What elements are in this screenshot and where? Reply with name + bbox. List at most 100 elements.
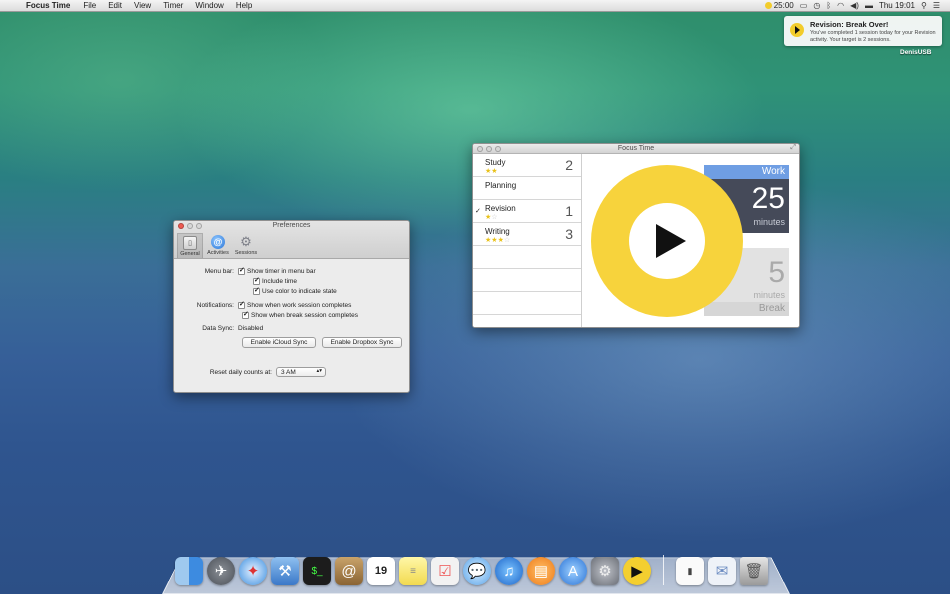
preferences-content: Menu bar: Show timer in menu bar Include…	[174, 259, 409, 392]
reset-row: Reset daily counts at: 3 AM ▴▾	[174, 367, 326, 377]
menu-timer-status[interactable]: 25:00	[764, 1, 794, 10]
menu-clock[interactable]: Thu 19:01	[879, 1, 915, 10]
toolbar-activities[interactable]: @ Activities	[205, 233, 231, 258]
focus-time-titlebar[interactable]: Focus Time ⤢	[473, 144, 799, 154]
notification-title: Revision: Break Over!	[810, 20, 889, 29]
battery-icon[interactable]: ▬	[865, 1, 873, 10]
spotlight-search-icon[interactable]: ⚲	[921, 1, 927, 10]
general-switch-icon: ▯	[183, 236, 197, 250]
menu-bar-row: Menu bar: Show timer in menu bar	[174, 266, 316, 275]
use-color-checkbox[interactable]	[253, 286, 260, 295]
break-complete-row: Show when break session completes	[242, 310, 358, 319]
toolbar-general[interactable]: ▯ General	[177, 233, 203, 258]
notes-icon[interactable]: ≡	[399, 557, 427, 585]
include-time-label[interactable]: Include time	[262, 278, 297, 285]
safari-icon[interactable]: ✦	[239, 557, 267, 585]
work-complete-label[interactable]: Show when work session completes	[247, 302, 351, 309]
use-color-row: Use color to indicate state	[253, 286, 337, 295]
menu-edit[interactable]: Edit	[102, 1, 128, 10]
menu-bar-label: Menu bar:	[204, 268, 234, 275]
messages-icon[interactable]: 💬	[463, 557, 491, 585]
preferences-title: Preferences	[272, 222, 311, 229]
activity-item-planning[interactable]: Planning	[473, 177, 581, 200]
zip-archive-icon[interactable]: ▮	[676, 557, 704, 585]
activity-item-empty[interactable]	[473, 246, 581, 269]
star-icon: ★	[491, 168, 498, 175]
menu-window[interactable]: Window	[189, 1, 229, 10]
airplay-icon[interactable]: ▭	[800, 1, 808, 10]
menu-app-name[interactable]: Focus Time	[20, 1, 77, 10]
calendar-icon[interactable]: 19	[367, 557, 395, 585]
preferences-titlebar[interactable]: Preferences	[174, 221, 409, 231]
activity-item-revision[interactable]: ✓ Revision ★☆ 1	[473, 200, 581, 223]
notifications-label: Notifications:	[196, 302, 234, 309]
focus-time-dock-icon[interactable]: ▶	[623, 557, 651, 585]
show-timer-checkbox[interactable]	[238, 266, 245, 275]
break-minutes: 5	[768, 256, 785, 289]
break-complete-label[interactable]: Show when break session completes	[251, 312, 358, 319]
toolbar-sessions-label: Sessions	[234, 250, 258, 256]
work-complete-checkbox[interactable]	[238, 300, 245, 309]
activity-count: 2	[565, 157, 573, 173]
reset-time-select[interactable]: 3 AM ▴▾	[276, 367, 326, 377]
toolbar-sessions[interactable]: ⚙ Sessions	[233, 233, 259, 258]
star-outline-icon: ☆	[491, 214, 498, 221]
activity-name: Revision	[485, 204, 516, 213]
break-minutes-unit: minutes	[753, 290, 785, 300]
break-complete-checkbox[interactable]	[242, 310, 249, 319]
activity-item-empty[interactable]	[473, 292, 581, 315]
fullscreen-icon[interactable]: ⤢	[790, 144, 796, 152]
toolbar-general-label: General	[180, 251, 200, 257]
reminders-icon[interactable]: ☑	[431, 557, 459, 585]
activity-count: 1	[565, 203, 573, 219]
star-rating: ★★	[485, 167, 498, 175]
notification-banner[interactable]: Revision: Break Over! You've completed 1…	[784, 16, 942, 46]
bluetooth-icon[interactable]: ᛒ	[826, 1, 831, 10]
activity-item-empty[interactable]	[473, 269, 581, 292]
menu-bar: Focus Time File Edit View Timer Window H…	[0, 0, 950, 12]
contacts-icon[interactable]: @	[335, 557, 363, 585]
menu-help[interactable]: Help	[230, 1, 258, 10]
enable-icloud-sync-button[interactable]: Enable iCloud Sync	[242, 337, 316, 348]
system-preferences-icon[interactable]: ⚙	[591, 557, 619, 585]
downloads-stack-icon[interactable]: ✉	[708, 557, 736, 585]
use-color-label[interactable]: Use color to indicate state	[262, 288, 337, 295]
menu-file[interactable]: File	[77, 1, 102, 10]
timer-dial	[591, 165, 743, 317]
notification-body: You've completed 1 session today for you…	[810, 30, 936, 43]
desktop-disk-label[interactable]: DenisUSB	[900, 49, 931, 56]
work-minutes: 25	[751, 182, 785, 215]
break-label: Break	[704, 302, 789, 316]
show-timer-label[interactable]: Show timer in menu bar	[247, 268, 316, 275]
xcode-icon[interactable]: ⚒	[271, 557, 299, 585]
itunes-icon[interactable]: ♫	[495, 557, 523, 585]
launchpad-icon[interactable]: ✈	[207, 557, 235, 585]
dock-icons: ✈ ✦ ⚒ $_ @ 19 ≡ ☑ 💬 ♫ ▤ A ⚙ ▶ ▮ ✉ 🗑	[175, 555, 768, 585]
data-sync-label: Data Sync:	[202, 325, 234, 332]
time-machine-icon[interactable]: ◷	[813, 1, 820, 10]
checkmark-icon: ✓	[475, 208, 481, 215]
notification-center-icon[interactable]: ☰	[933, 1, 940, 10]
play-button[interactable]	[629, 203, 705, 279]
terminal-icon[interactable]: $_	[303, 557, 331, 585]
focus-time-app-icon	[790, 23, 804, 37]
play-icon	[656, 224, 686, 258]
ibooks-icon[interactable]: ▤	[527, 557, 555, 585]
include-time-checkbox[interactable]	[253, 276, 260, 285]
activity-item-study[interactable]: Study ★★ 2	[473, 154, 581, 177]
enable-dropbox-sync-button[interactable]: Enable Dropbox Sync	[322, 337, 402, 348]
app-store-icon[interactable]: A	[559, 557, 587, 585]
at-sign-icon: @	[211, 235, 225, 249]
trash-icon[interactable]: 🗑	[740, 557, 768, 585]
focus-time-window: Focus Time ⤢ Study ★★ 2 Planning ✓ Revis…	[472, 143, 800, 328]
menu-view[interactable]: View	[128, 1, 157, 10]
dock-separator	[663, 555, 664, 585]
toolbar-activities-label: Activities	[207, 250, 229, 256]
include-time-row: Include time	[253, 276, 297, 285]
volume-icon[interactable]: ◀)	[850, 1, 859, 10]
finder-icon[interactable]	[175, 557, 203, 585]
wifi-icon[interactable]: ◠	[837, 1, 844, 10]
stepper-arrows-icon: ▴▾	[316, 368, 322, 374]
menu-timer[interactable]: Timer	[157, 1, 189, 10]
activity-item-writing[interactable]: Writing ★★★☆ 3	[473, 223, 581, 246]
